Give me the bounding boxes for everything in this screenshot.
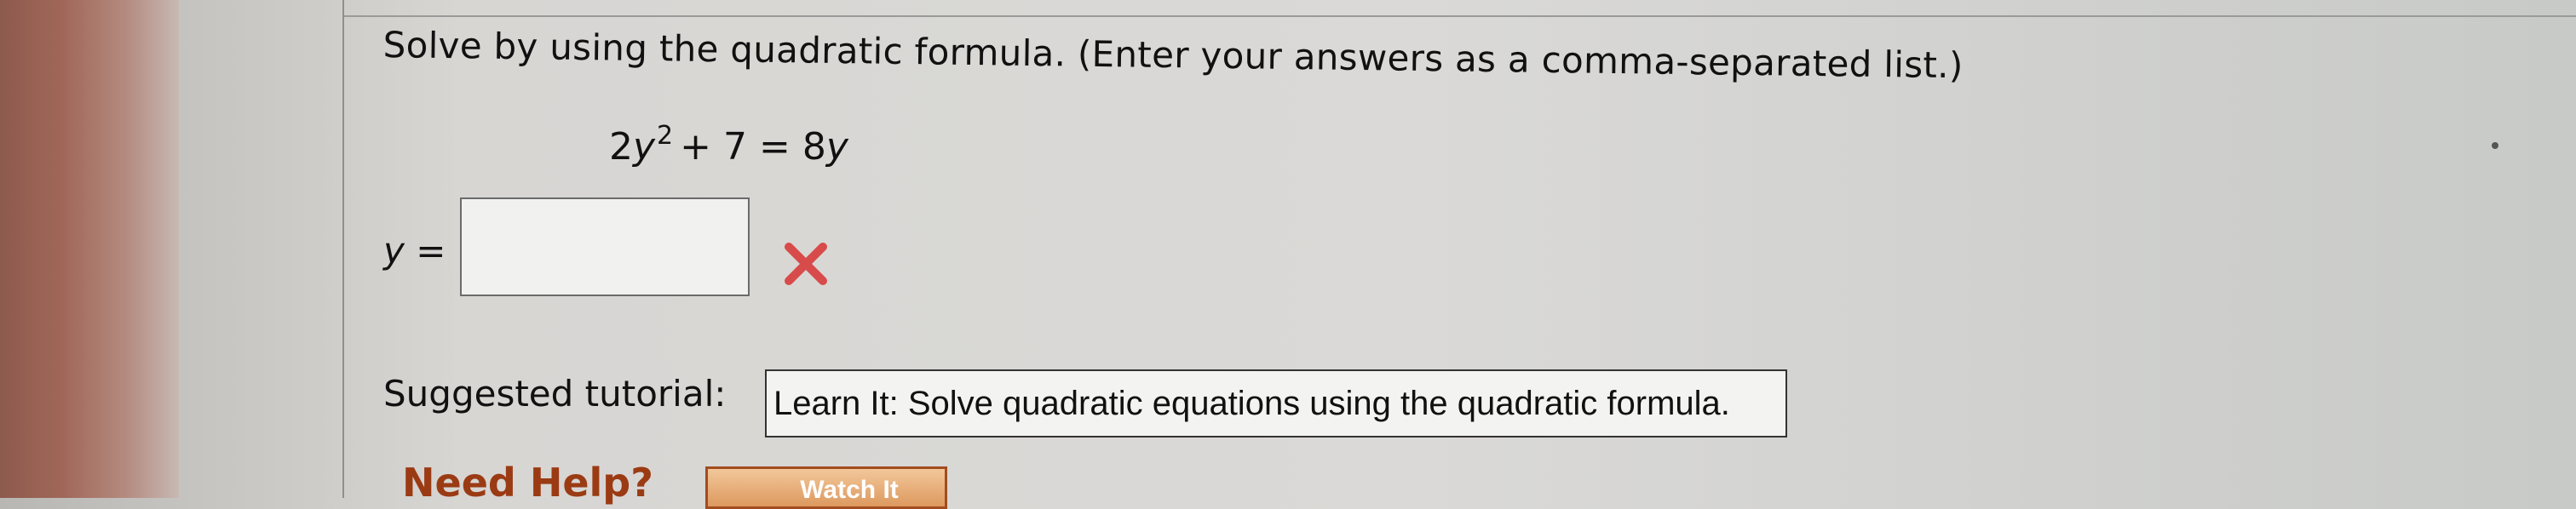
learn-it-button[interactable]: Learn It: Solve quadratic equations usin… xyxy=(765,369,1787,438)
equation-rhs-variable: y xyxy=(825,125,848,169)
equation-exponent: 2 xyxy=(657,121,674,151)
watch-it-button[interactable]: Watch It xyxy=(705,466,947,509)
equation: 2y2 + 7 = 8y xyxy=(609,121,848,169)
need-help-label: Need Help? xyxy=(402,460,653,506)
equation-coefficient: 2 xyxy=(609,125,633,169)
answer-input[interactable] xyxy=(460,197,750,296)
left-border-area xyxy=(0,0,179,498)
equation-variable: y xyxy=(633,125,656,169)
tutorial-label: Suggested tutorial: xyxy=(383,373,727,415)
equation-rhs-coefficient: 8 xyxy=(802,125,826,169)
suggested-tutorial: Suggested tutorial: Learn It: Solve quad… xyxy=(383,366,2087,443)
question-text: Solve by using the quadratic formula. (E… xyxy=(382,24,1964,87)
page-left-border xyxy=(342,0,344,498)
question-panel: Solve by using the quadratic formula. (E… xyxy=(382,0,2530,509)
answer-variable: y xyxy=(383,230,405,272)
answer-label: y = xyxy=(383,230,446,272)
equation-rest: + 7 = xyxy=(680,125,791,169)
answer-equals: = xyxy=(416,230,446,272)
red-x-icon xyxy=(785,243,827,285)
